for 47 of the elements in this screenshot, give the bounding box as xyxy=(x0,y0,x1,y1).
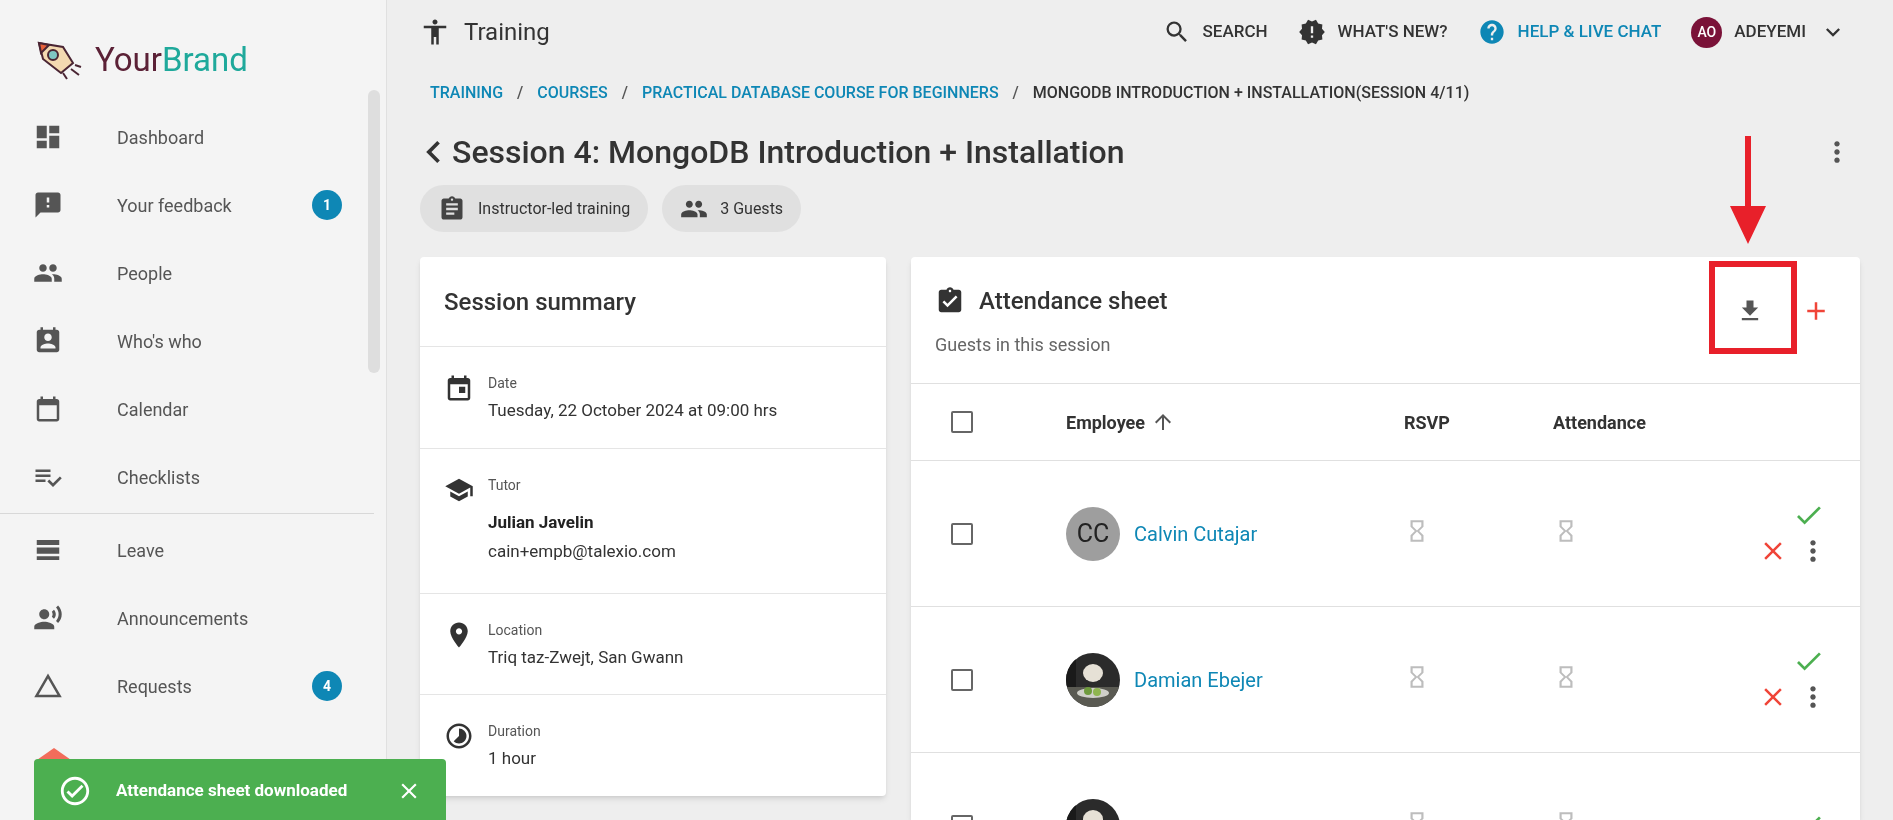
header-link[interactable]: HELP & LIVE CHAT xyxy=(1477,18,1662,46)
sidebar-item[interactable]: Checklists xyxy=(0,443,362,511)
count-badge: 1 xyxy=(312,190,342,220)
sidebar-item[interactable]: People xyxy=(0,239,362,307)
field-value: Tuesday, 22 October 2024 at 09:00 hrs xyxy=(488,399,778,422)
brand-name: YourBrand xyxy=(95,43,248,76)
header-link[interactable]: WHAT'S NEW? xyxy=(1297,18,1448,46)
employee-link[interactable]: Damian Ebejer xyxy=(1134,664,1263,695)
breadcrumb-separator: / xyxy=(517,82,524,104)
column-header: Attendance xyxy=(1553,410,1646,435)
avatar: CC xyxy=(1066,506,1120,561)
sidebar-item[interactable]: Leave xyxy=(0,516,362,584)
field-value: cain+empb@talexio.com xyxy=(488,540,676,563)
sidebar-item[interactable]: Calendar xyxy=(0,375,362,443)
count-badge: 4 xyxy=(312,671,342,701)
info-chip: 3 Guests xyxy=(662,185,802,232)
sidebar-item[interactable]: Your feedback 1 xyxy=(0,171,362,239)
employee-link[interactable]: Calvin Cutajar xyxy=(1134,518,1258,549)
column-header: RSVP xyxy=(1404,410,1451,435)
info-chip: Instructor-led training xyxy=(420,185,649,232)
user-avatar: AO xyxy=(1691,16,1723,48)
breadcrumb-separator: / xyxy=(621,82,628,104)
user-menu[interactable]: AO ADEYEMI xyxy=(1691,16,1840,48)
breadcrumb-link[interactable]: COURSES xyxy=(537,81,608,105)
field-label: Date xyxy=(488,374,518,393)
field-value: Triq taz-Zwejt, San Gwann xyxy=(488,645,684,669)
breadcrumb-separator: / xyxy=(1012,82,1019,104)
field-value: 1 hour xyxy=(488,747,537,770)
sidebar-item[interactable]: Dashboard xyxy=(0,103,362,171)
page-heading: Training xyxy=(464,17,550,48)
sidebar-item[interactable]: Who's who xyxy=(0,307,362,375)
breadcrumb-link[interactable]: TRAINING xyxy=(430,81,504,105)
header-link[interactable]: SEARCH xyxy=(1162,18,1268,46)
breadcrumb-link[interactable]: PRACTICAL DATABASE COURSE FOR BEGINNERS xyxy=(642,81,999,105)
sidebar-item[interactable]: Requests 4 xyxy=(0,652,362,720)
field-label: Duration xyxy=(488,722,541,741)
card-title: Session summary xyxy=(444,286,637,318)
field-label: Tutor xyxy=(488,475,522,495)
card-title: Attendance sheet xyxy=(979,286,1168,317)
breadcrumb-current: MONGODB INTRODUCTION + INSTALLATION(SESSION 4/11) xyxy=(1032,82,1470,104)
toast-message: Attendance sheet downloaded xyxy=(116,779,349,803)
card-subtitle: Guests in this session xyxy=(935,333,1112,357)
column-header[interactable]: Employee xyxy=(1066,408,1404,436)
session-title: Session 4: MongoDB Introduction + Installation xyxy=(452,132,1125,173)
field-label: Location xyxy=(488,620,544,640)
sidebar-item[interactable]: Announcements xyxy=(0,584,362,652)
tutor-name: Julian Javelin xyxy=(488,510,595,534)
